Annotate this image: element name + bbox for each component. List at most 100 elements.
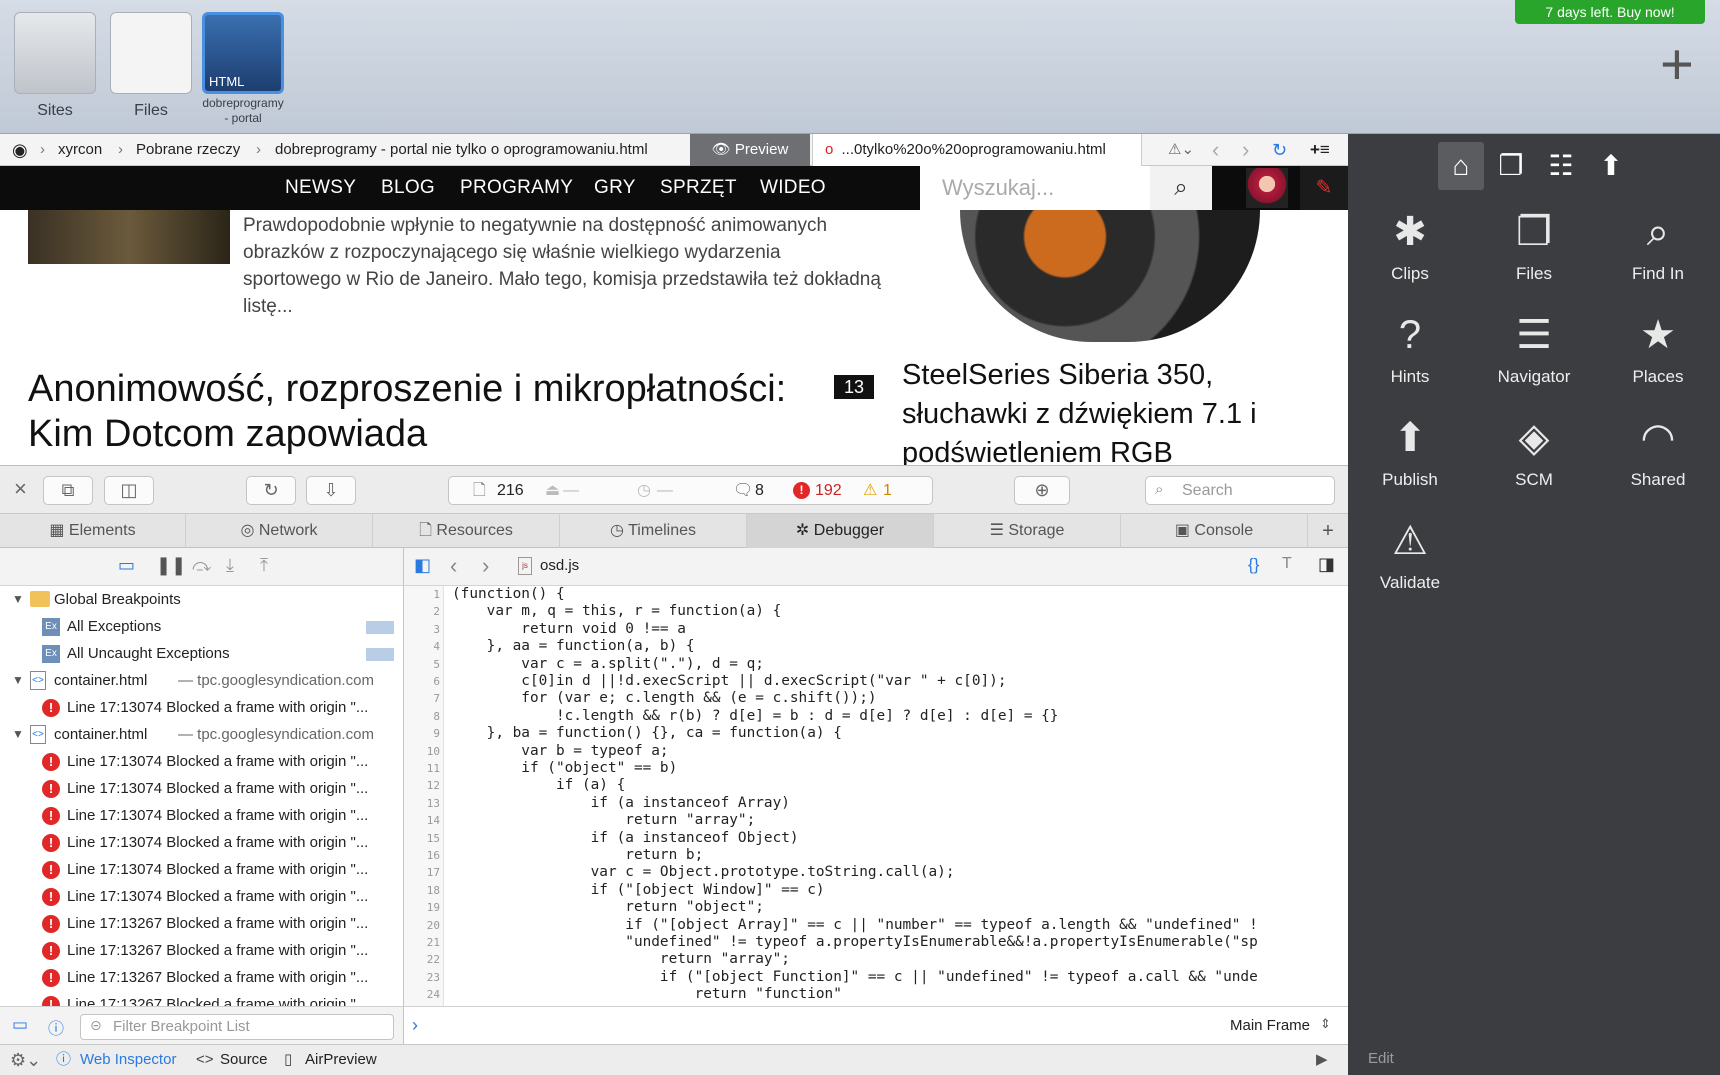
pause-icon[interactable]: ❚❚ [156,555,186,576]
clips-button[interactable]: ✱ Clips [1348,206,1472,284]
breadcrumb-item[interactable]: Pobrane rzeczy [136,134,240,166]
quick-console[interactable]: › Main Frame ⇕ [404,1006,1348,1044]
line-number[interactable]: 19 [404,899,440,916]
global-breakpoints-folder[interactable]: ▼ Global Breakpoints [0,586,403,613]
tab-debugger[interactable]: ✲ Debugger [747,514,934,548]
line-number[interactable]: 21 [404,934,440,951]
breakpoint-file-group[interactable]: ▼ <> container.html — tpc.googlesyndicat… [0,667,403,694]
disclosure-triangle-icon[interactable]: ▼ [12,721,24,748]
places-button[interactable]: ★ Places [1596,309,1720,387]
files-button[interactable]: ❐ Files [1472,206,1596,284]
dock-side-icon[interactable]: ◫ [104,476,154,505]
add-tab-icon[interactable]: + [1308,514,1348,548]
download-icon[interactable]: ⇩ [306,476,356,505]
publish-button[interactable]: ⬆ Publish [1348,412,1472,490]
breadcrumb-item[interactable]: dobreprogramy - portal nie tylko o oprog… [275,134,648,166]
disclosure-triangle-icon[interactable]: ▼ [12,586,24,613]
breakpoint-row[interactable]: ! Line 17:13074 Blocked a frame with orig… [0,775,403,802]
breakpoint-row[interactable]: ! Line 17:13074 Blocked a frame with orig… [0,748,403,775]
hints-button[interactable]: ? Hints [1348,309,1472,387]
notes-icon[interactable]: ☷ [1538,142,1584,190]
line-number[interactable]: 7 [404,690,440,707]
search-icon[interactable]: ⌕ [1150,166,1212,210]
inspector-search-input[interactable]: Search [1145,476,1335,505]
nav-blog[interactable]: BLOG [381,166,435,210]
line-number[interactable]: 15 [404,830,440,847]
article-thumbnail[interactable] [28,210,230,264]
documents-icon[interactable]: ❐ [1488,142,1534,190]
tab-elements[interactable]: ▦ Elements [0,514,186,548]
line-number[interactable]: 1 [404,586,440,603]
line-number[interactable]: 11 [404,760,440,777]
airpreview-tab[interactable]: AirPreview [305,1045,377,1075]
url-tab[interactable]: o ...0tylko%20o%20oprogramowaniu.html [812,134,1142,166]
back-arrow-icon[interactable]: ‹ [450,553,457,579]
nav-newsy[interactable]: NEWSY [285,166,356,210]
plus-icon[interactable]: + [1660,36,1694,94]
line-number[interactable]: 23 [404,969,440,986]
line-number[interactable]: 24 [404,986,440,1003]
site-tile-dobreprogramy[interactable]: HTML dobreprogramy - portal [202,12,284,126]
trial-buy-button[interactable]: 7 days left. Buy now! [1515,0,1705,24]
article-headline[interactable]: Anonimowość, rozproszenie i mikropłatnoś… [28,367,828,457]
line-number[interactable]: 12 [404,777,440,794]
breakpoints-icon[interactable]: ▭ [12,1015,28,1035]
current-file-name[interactable]: osd.js [540,557,579,574]
breakpoint-row[interactable]: ! Line 17:13267 Blocked a frame with orig… [0,964,403,991]
line-number[interactable]: 8 [404,708,440,725]
frame-selector[interactable]: Main Frame [1230,1017,1310,1034]
line-number[interactable]: 16 [404,847,440,864]
breakpoint-row[interactable]: ! Line 17:13074 Blocked a frame with orig… [0,856,403,883]
tab-console[interactable]: ▣ Console [1121,514,1308,548]
nav-wideo[interactable]: WIDEO [760,166,826,210]
line-number[interactable]: 2 [404,603,440,620]
breakpoint-toggle[interactable] [366,648,394,661]
avatar[interactable] [1246,168,1288,208]
back-arrow-icon[interactable]: ‹ [1212,134,1219,166]
breadcrumb-item[interactable]: xyrcon [58,134,102,166]
line-number[interactable]: 22 [404,951,440,968]
upload-icon[interactable]: ⬆ [1588,142,1634,190]
breakpoint-row[interactable]: ! Line 17:13267 Blocked a frame with orig… [0,937,403,964]
headphones-image[interactable] [960,210,1260,342]
step-out-icon[interactable]: ⤒ [260,555,268,576]
tab-network[interactable]: ◎ Network [186,514,373,548]
reload-icon[interactable]: ↻ [246,476,296,505]
step-into-icon[interactable]: ⤓ [226,555,234,576]
line-number[interactable]: 3 [404,621,440,638]
breakpoint-all-exceptions[interactable]: Ex All Exceptions [0,613,403,640]
source-tab[interactable]: Source [220,1045,268,1075]
breakpoint-file-group[interactable]: ▼ <> container.html — tpc.googlesyndicat… [0,721,403,748]
filter-breakpoint-input[interactable]: Filter Breakpoint List [80,1014,394,1040]
breakpoint-row[interactable]: ! Line 17:13074 Blocked a frame with ori… [0,694,403,721]
find-in-button[interactable]: ⌕ Find In [1596,206,1720,284]
breakpoint-toggle[interactable] [366,621,394,634]
tab-resources[interactable]: 🗋 Resources [373,514,560,548]
close-icon[interactable]: × [14,476,27,502]
breakpoint-all-uncaught[interactable]: Ex All Uncaught Exceptions [0,640,403,667]
line-number[interactable]: 20 [404,917,440,934]
forward-arrow-icon[interactable]: › [1242,134,1249,166]
forward-arrow-icon[interactable]: › [482,553,489,579]
gear-icon[interactable]: ⚙⌄ [10,1045,41,1075]
shared-button[interactable]: ◠ Shared [1596,412,1720,490]
site-search-input[interactable]: Wyszukaj... [920,166,1150,210]
breakpoints-toggle-icon[interactable]: ▭ [118,555,135,576]
web-inspector-tab[interactable]: Web Inspector [80,1045,176,1075]
line-number[interactable]: 17 [404,864,440,881]
breakpoint-row[interactable]: ! Line 17:13074 Blocked a frame with orig… [0,829,403,856]
nav-sprzet[interactable]: SPRZĘT [660,166,737,210]
line-number[interactable]: 14 [404,812,440,829]
info-icon[interactable]: ⓘ [48,1015,64,1039]
detach-window-icon[interactable]: ⧉ [43,476,93,505]
line-number[interactable]: 6 [404,673,440,690]
play-icon[interactable]: ▶ [1316,1045,1328,1075]
edit-button[interactable]: Edit [1368,1050,1394,1067]
comment-count-badge[interactable]: 13 [834,375,874,399]
tab-storage[interactable]: ☰ Storage [934,514,1121,548]
disclosure-triangle-icon[interactable]: ▼ [12,667,24,694]
side-article-headline[interactable]: SteelSeries Siberia 350, słuchawki z dźw… [902,356,1322,465]
status-summary[interactable]: 🗋 216 ⏏ — ◷ — 🗨 8 ! 192 ⚠ 1 [448,476,933,505]
add-to-list-icon[interactable]: +≡ [1310,134,1330,166]
nav-programy[interactable]: PROGRAMY [460,166,573,210]
